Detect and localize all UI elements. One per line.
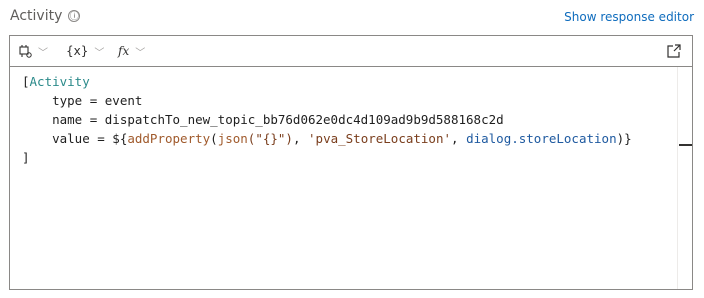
code-line-2: type = event bbox=[22, 93, 143, 108]
chevron-down-icon: ﹀ bbox=[38, 47, 48, 59]
expand-icon[interactable] bbox=[666, 43, 682, 59]
insert-variable-dropdown[interactable]: {x} ﹀ bbox=[66, 42, 104, 60]
activity-keyword: Activity bbox=[29, 74, 90, 89]
help-icon[interactable]: ⓘ bbox=[68, 10, 81, 22]
editor-toolbar: ﹀ {x} ﹀ fx ﹀ bbox=[10, 36, 692, 67]
insert-entity-dropdown[interactable]: ﹀ bbox=[18, 42, 48, 60]
variables-label: {x} bbox=[66, 44, 89, 58]
entity-icon bbox=[19, 45, 32, 58]
code-line-1: [Activity bbox=[22, 74, 90, 89]
chevron-down-icon: ﹀ bbox=[135, 47, 146, 59]
code-line-3: name = dispatchTo_new_topic_bb76d062e0dc… bbox=[22, 112, 504, 127]
code-content[interactable]: [Activity type = event name = dispatchTo… bbox=[22, 72, 672, 167]
overview-ruler[interactable] bbox=[677, 67, 692, 289]
code-line-4: value = ${addProperty(json("{}"), 'pva_S… bbox=[22, 131, 632, 146]
activity-title: Activity bbox=[10, 8, 63, 24]
activity-header: Activity ⓘ Show response editor bbox=[10, 6, 694, 28]
code-editor[interactable]: ﹀ {x} ﹀ fx ﹀ [Activity type = event name… bbox=[9, 35, 693, 290]
cursor-position-marker bbox=[679, 144, 692, 146]
chevron-down-icon: ﹀ bbox=[94, 47, 105, 59]
show-response-editor-link[interactable]: Show response editor bbox=[564, 10, 694, 24]
code-line-5: ] bbox=[22, 150, 30, 165]
insert-formula-dropdown[interactable]: fx ﹀ bbox=[118, 42, 145, 60]
title-group: Activity ⓘ bbox=[10, 8, 81, 24]
formula-label: fx bbox=[118, 44, 130, 58]
